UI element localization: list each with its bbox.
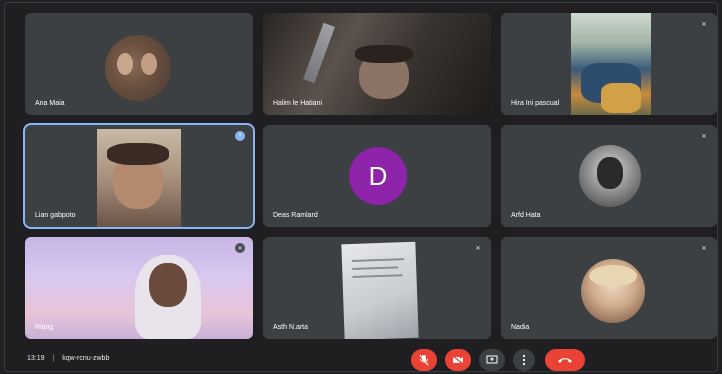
- participant-name: Asth N.arta: [273, 324, 309, 331]
- mic-muted-icon: ✕: [235, 243, 245, 253]
- meeting-code: kqw-rcnu-zwbb: [62, 355, 110, 362]
- meeting-toolbar: 13:19 | kqw-rcnu-zwbb: [5, 345, 719, 373]
- participant-tile[interactable]: ✕ Nadia: [501, 237, 717, 339]
- participant-avatar: [581, 259, 645, 323]
- meeting-time: 13:19: [27, 355, 45, 362]
- more-options-icon: [522, 354, 526, 366]
- participant-tile[interactable]: ✕ Asth N.arta: [263, 237, 491, 339]
- speaking-indicator-icon: •: [235, 131, 245, 141]
- participant-name: Riang: [35, 324, 54, 331]
- mic-muted-icon: ✕: [473, 243, 483, 253]
- hang-up-icon: [558, 358, 572, 363]
- participant-name: Ana Maia: [35, 100, 65, 107]
- present-screen-button[interactable]: [479, 349, 505, 371]
- mic-muted-icon: ✕: [699, 243, 709, 253]
- participant-video: [571, 13, 651, 115]
- present-screen-icon: [486, 355, 498, 364]
- participant-name: Lian gabpoto: [35, 212, 76, 219]
- leave-call-button[interactable]: [545, 349, 585, 371]
- mic-muted-icon: ✕: [699, 131, 709, 141]
- participant-name: Halim le Hatiani: [273, 100, 323, 107]
- participant-name: Nadia: [511, 324, 530, 331]
- participant-avatar: [579, 145, 641, 207]
- participant-tile[interactable]: ✕ Arfd Hata: [501, 125, 717, 227]
- participant-tile[interactable]: ✕ Hira Ini pascual: [501, 13, 717, 115]
- participant-tile[interactable]: • Lian gabpoto: [25, 125, 253, 227]
- participant-tile[interactable]: ✕ Riang: [25, 237, 253, 339]
- mic-off-icon: [419, 354, 429, 366]
- mic-toggle-button[interactable]: [411, 349, 437, 371]
- camera-off-icon: [452, 355, 464, 365]
- participant-video: [97, 129, 181, 227]
- participant-name: Arfd Hata: [511, 212, 541, 219]
- participant-tile[interactable]: D Deas Ramlard: [263, 125, 491, 227]
- meet-window: Ana Maia Halim le Hatiani ✕ Hira Ini pas…: [4, 2, 718, 372]
- participant-tile[interactable]: Ana Maia: [25, 13, 253, 115]
- camera-toggle-button[interactable]: [445, 349, 471, 371]
- participant-letter-avatar: D: [349, 147, 407, 205]
- more-options-button[interactable]: [513, 349, 535, 371]
- participant-video: [341, 241, 419, 339]
- mic-muted-icon: ✕: [699, 19, 709, 29]
- participant-grid: Ana Maia Halim le Hatiani ✕ Hira Ini pas…: [23, 13, 722, 343]
- meeting-info: 13:19 | kqw-rcnu-zwbb: [27, 355, 109, 362]
- participant-video: [25, 237, 253, 339]
- participant-avatar: [105, 35, 171, 101]
- meeting-info-separator: |: [52, 355, 55, 362]
- participant-tile[interactable]: Halim le Hatiani: [263, 13, 491, 115]
- participant-name: Hira Ini pascual: [511, 100, 560, 107]
- participant-name: Deas Ramlard: [273, 212, 318, 219]
